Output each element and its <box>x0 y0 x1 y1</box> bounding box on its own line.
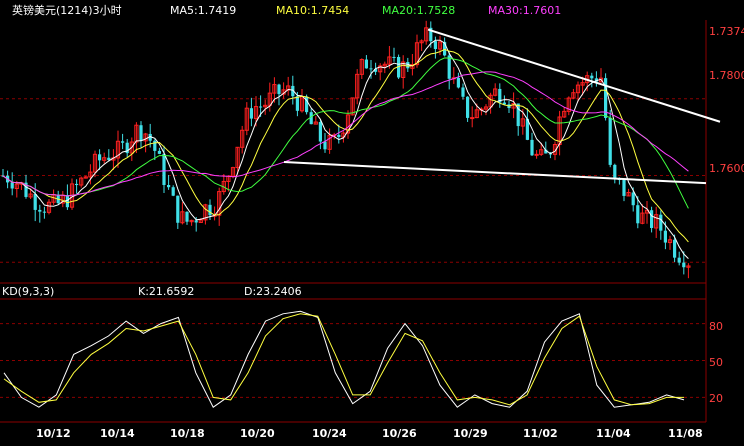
kd-k-line <box>3 310 685 408</box>
candle-body-down <box>295 96 299 111</box>
kd-title: KD(9,3,3) <box>2 285 54 298</box>
forex-chart: 英镑美元(1214)3小时 MA5:1.7419 MA10:1.7454 MA2… <box>0 3 744 440</box>
x-tick-label: 11/08 <box>668 427 703 440</box>
candle-body-down <box>447 55 451 79</box>
candle-body-down <box>42 211 46 213</box>
moving-average-lines <box>2 39 689 259</box>
ma10-legend: MA10:1.7454 <box>276 4 349 17</box>
x-tick-label: 10/26 <box>382 427 417 440</box>
chart-frame <box>0 20 707 423</box>
candle-body-down <box>364 59 368 69</box>
candlestick-series <box>1 20 691 279</box>
ma5-legend: MA5:1.7419 <box>170 4 236 17</box>
candle-body-down <box>38 209 42 212</box>
candle-body-up <box>534 153 539 156</box>
x-tick-label: 10/20 <box>240 427 275 440</box>
candle-body-down <box>631 192 635 206</box>
candle-body-down <box>659 214 663 231</box>
kd-tick-label: 80 <box>709 320 723 333</box>
kd-k-value: K:21.6592 <box>138 285 194 298</box>
candle-body-down <box>337 134 341 137</box>
candle-body-down <box>194 220 198 223</box>
kd-d-line <box>3 313 684 406</box>
candle-body-down <box>75 183 79 186</box>
candle-body-down <box>622 180 626 196</box>
candle-body-down <box>530 139 534 156</box>
candle-body-down <box>673 239 677 258</box>
kd-tick-label: 20 <box>709 392 723 405</box>
ma20-legend: MA20:1.7528 <box>382 4 455 17</box>
candle-body-down <box>208 204 212 216</box>
support-trendline <box>283 161 707 185</box>
candle-body-down <box>682 262 686 268</box>
last-price-label: 1.7374 <box>709 25 744 38</box>
x-tick-label: 11/04 <box>596 427 631 440</box>
candle-body-down <box>277 84 281 95</box>
candle-body-down <box>98 154 102 161</box>
candle-body-down <box>663 230 667 243</box>
x-tick-label: 10/14 <box>100 427 135 440</box>
candle-body-down <box>162 153 166 185</box>
candle-body-up <box>470 117 475 120</box>
candle-body-down <box>10 182 14 189</box>
chart-title: 英镑美元(1214)3小时 <box>12 3 122 17</box>
x-tick-label: 10/24 <box>312 427 347 440</box>
candle-body-down <box>461 87 465 97</box>
candle-body-down <box>139 125 143 141</box>
x-tick-label: 10/29 <box>453 427 488 440</box>
candle-body-down <box>466 96 470 118</box>
x-tick-label: 10/12 <box>36 427 71 440</box>
candle-body-down <box>456 77 460 88</box>
x-tick-label: 11/02 <box>523 427 558 440</box>
kd-d-value: D:23.2406 <box>244 285 302 298</box>
candle-body-down <box>608 117 612 165</box>
candle-body-down <box>157 150 161 154</box>
candle-body-down <box>677 257 681 263</box>
candle-body-down <box>369 68 373 70</box>
candle-body-down <box>171 187 175 196</box>
candle-body-down <box>392 56 396 58</box>
kd-tick-label: 50 <box>709 356 723 369</box>
candle-body-down <box>153 140 157 151</box>
price-tick-label: 1.7600 <box>709 162 744 175</box>
candle-body-down <box>590 75 594 79</box>
trendlines <box>283 28 721 185</box>
candle-body-down <box>636 205 640 224</box>
candle-body-down <box>33 194 37 210</box>
candle-body-down <box>249 108 253 119</box>
candle-body-down <box>167 184 171 188</box>
candle-body-down <box>318 122 322 142</box>
ma30-legend: MA30:1.7601 <box>488 4 561 17</box>
candle-body-down <box>323 141 327 150</box>
candle-body-down <box>650 210 654 228</box>
candle-body-down <box>433 41 437 50</box>
candle-body-down <box>121 141 125 143</box>
candle-body-down <box>176 195 180 223</box>
price-tick-label: 1.7800 <box>709 69 744 82</box>
ma5-line <box>2 39 689 259</box>
x-tick-label: 10/18 <box>170 427 205 440</box>
candle-body-down <box>613 164 617 179</box>
kd-indicator-lines <box>3 310 685 408</box>
grid-layer <box>0 98 706 398</box>
candle-body-down <box>185 211 189 222</box>
candle-body-down <box>259 106 263 108</box>
